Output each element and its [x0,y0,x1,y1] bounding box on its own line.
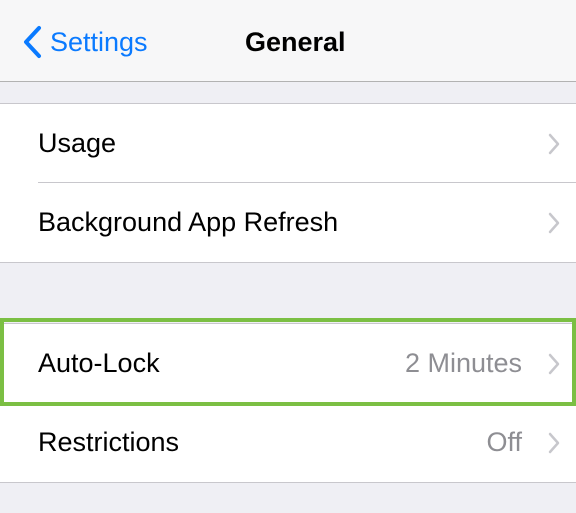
chevron-right-icon [548,133,560,154]
row-label: Auto-Lock [38,348,160,378]
chevron-left-icon [24,26,41,58]
chevron-right-icon [548,432,560,453]
row-auto-lock[interactable]: Auto-Lock 2 Minutes [0,324,576,403]
row-label: Usage [38,128,117,158]
row-value: 2 Minutes [404,348,522,378]
navigation-bar: Settings General [0,0,576,82]
settings-group-usage: Usage Background App Refresh [0,103,576,263]
chevron-right-icon [548,353,560,374]
back-button[interactable]: Settings [22,22,148,62]
row-value: Off [486,427,522,457]
row-restrictions[interactable]: Restrictions Off [0,402,576,482]
row-usage[interactable]: Usage [0,104,576,183]
back-button-label: Settings [50,27,148,57]
row-label: Background App Refresh [38,207,339,237]
settings-group-lock: Auto-Lock 2 Minutes Restrictions Off [0,323,576,483]
row-background-app-refresh[interactable]: Background App Refresh [0,182,576,262]
chevron-right-icon [548,212,560,233]
row-label: Restrictions [38,427,180,457]
page-title: General [245,27,346,57]
